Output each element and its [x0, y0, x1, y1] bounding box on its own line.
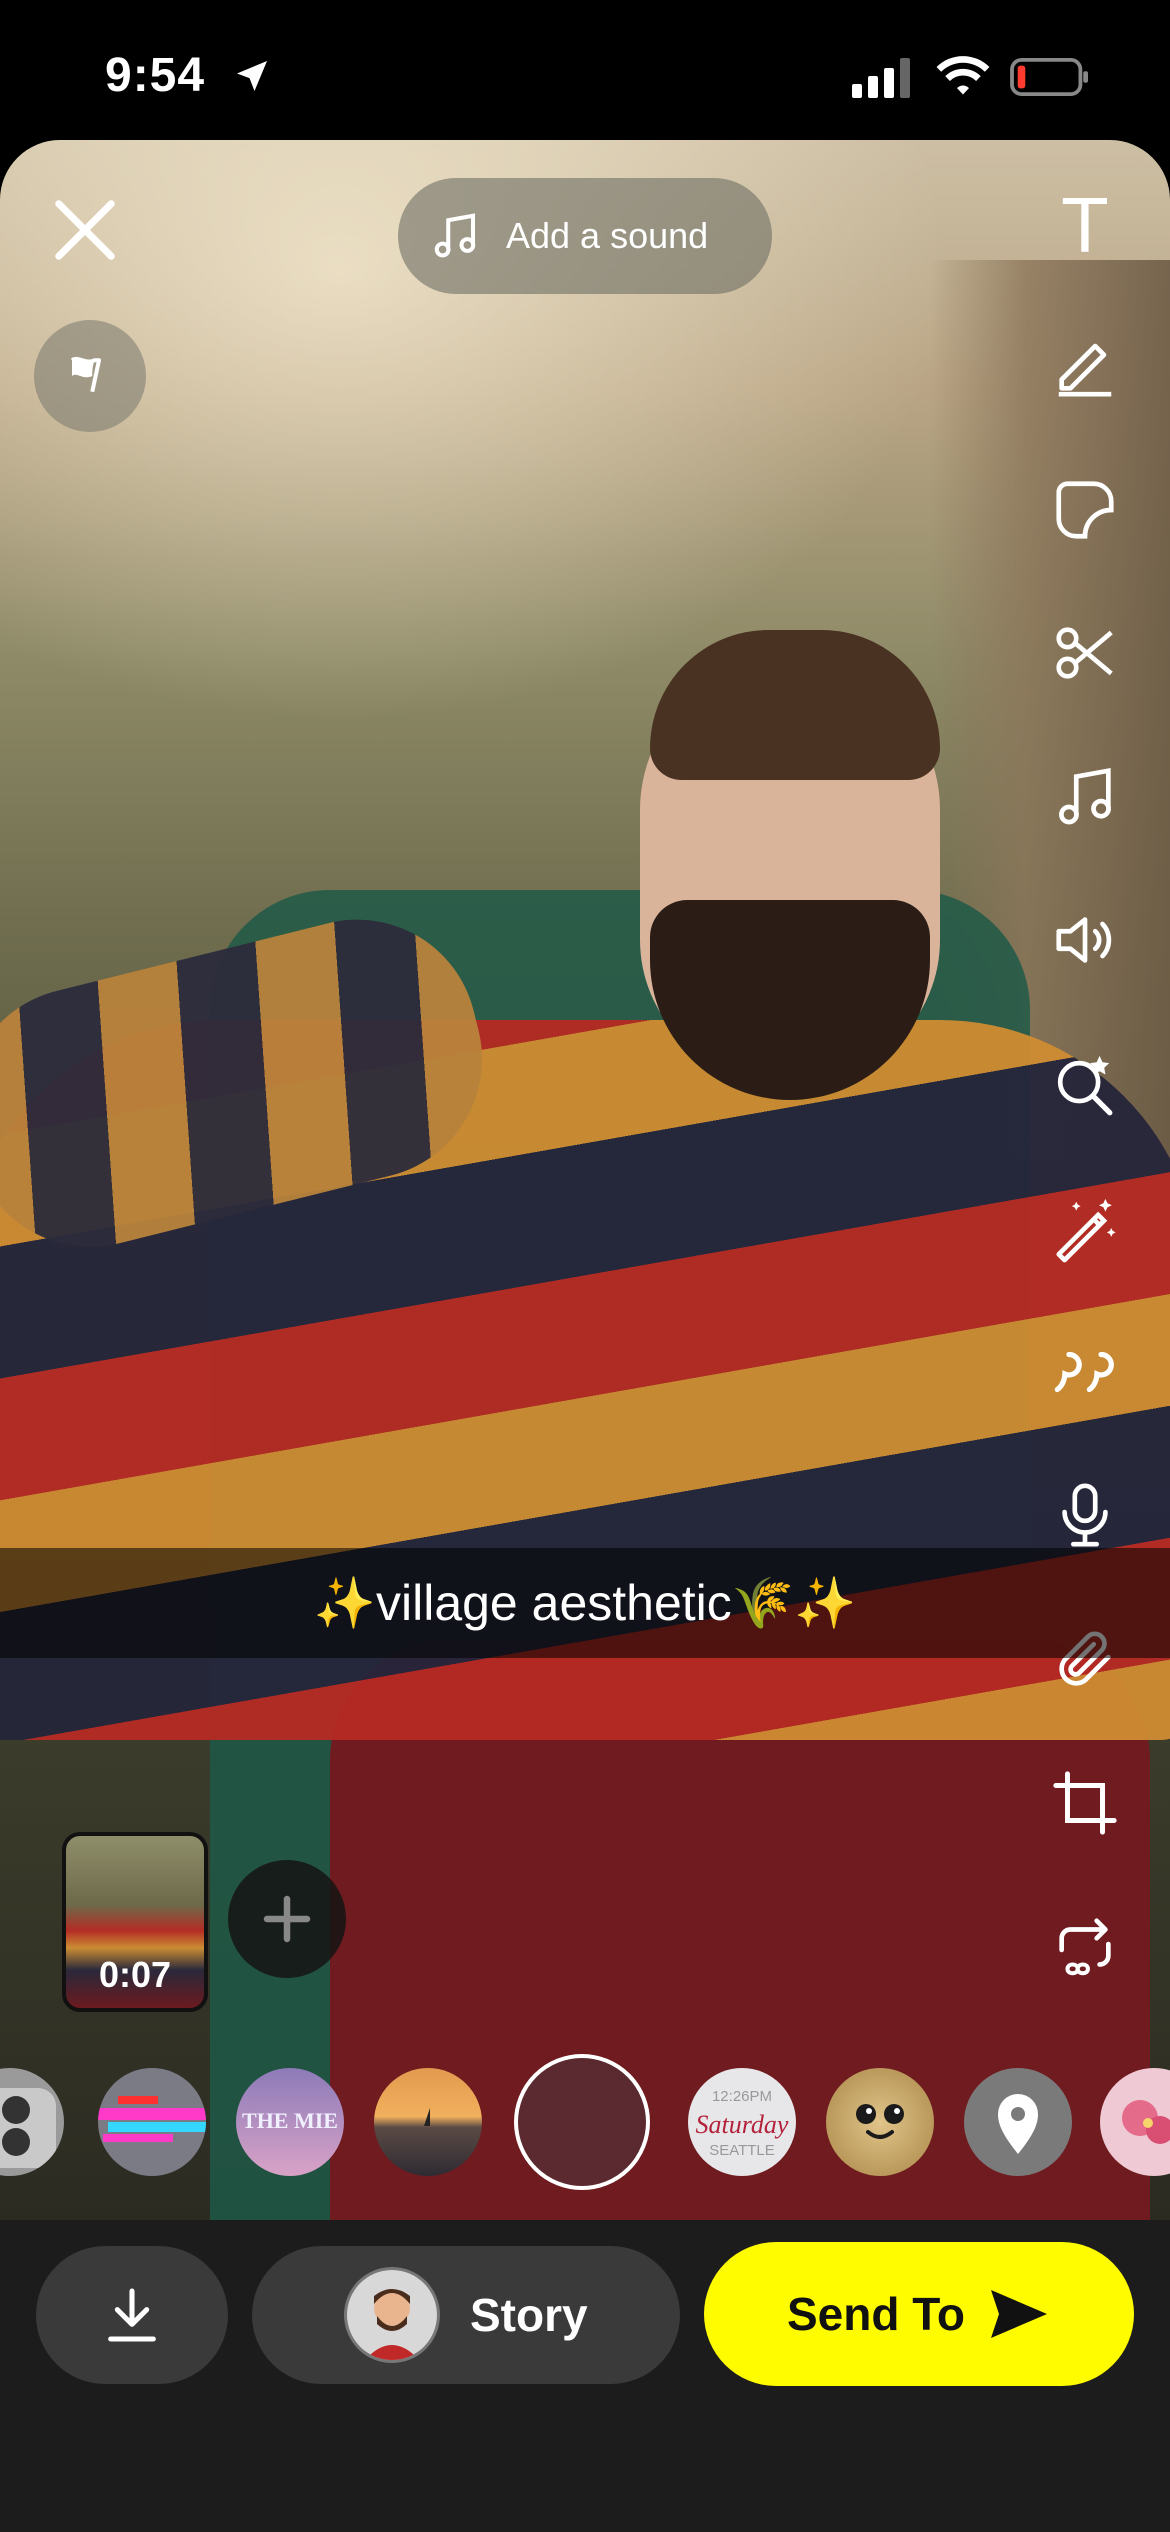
location-arrow-icon: [237, 61, 267, 91]
bitmoji-avatar-icon: [347, 2270, 437, 2360]
quote-icon: [1054, 1351, 1114, 1393]
save-button[interactable]: [36, 2246, 228, 2384]
lens-location[interactable]: [964, 2068, 1072, 2176]
text-tool-button[interactable]: T: [1040, 180, 1130, 270]
flag-icon: [70, 356, 102, 393]
avatar: [344, 2267, 440, 2363]
crop-button[interactable]: [1040, 1758, 1130, 1848]
signal-icon: [852, 58, 910, 98]
smiley-face-icon: [856, 2104, 904, 2139]
lens-time[interactable]: 12:26PM Saturday SEATTLE: [688, 2068, 796, 2176]
music-note-icon: [1059, 767, 1111, 825]
send-to-button[interactable]: Send To: [704, 2242, 1134, 2386]
location-pin-icon: [998, 2094, 1038, 2154]
crop-icon: [1053, 1771, 1117, 1835]
clip-duration: 0:07: [98, 1954, 172, 1995]
scissors-button[interactable]: [1040, 608, 1130, 698]
draw-button[interactable]: [1040, 320, 1130, 410]
lens-camera[interactable]: [0, 2068, 64, 2176]
lens-sunset[interactable]: [374, 2068, 482, 2176]
speaker-icon: [1056, 917, 1112, 963]
wifi-icon: [936, 56, 990, 95]
scissors-icon: [1056, 627, 1113, 679]
add-sound-button[interactable]: Add a sound: [398, 178, 772, 294]
lens-time-time: 12:26PM: [711, 2088, 773, 2105]
add-sound-label: Add a sound: [506, 215, 709, 256]
pencil-icon: [1058, 343, 1112, 397]
microphone-icon: [1062, 1483, 1108, 1547]
lens-time-day: Saturday: [695, 2110, 789, 2139]
story-button[interactable]: Story: [252, 2246, 680, 2384]
send-arrow-icon: [991, 2290, 1048, 2338]
volume-button[interactable]: [1040, 895, 1130, 985]
send-to-label: Send To: [786, 2288, 966, 2340]
lens-search-button[interactable]: [1040, 1040, 1130, 1130]
loop-icon: [1059, 1918, 1111, 1976]
lens-city[interactable]: THE MIE: [236, 2068, 344, 2176]
lens-time-place: SEATTLE: [709, 2142, 775, 2159]
glitch-icon: [98, 2096, 206, 2142]
flower-icon: [1122, 2100, 1170, 2144]
magic-wand-icon: [1056, 1198, 1116, 1263]
voice-button[interactable]: [1040, 1470, 1130, 1560]
story-label: Story: [470, 2289, 588, 2341]
lens-glitter-face[interactable]: [826, 2068, 934, 2176]
bottom-bar: Story Send To: [0, 2220, 1170, 2532]
sticker-button[interactable]: [1040, 465, 1130, 555]
status-time: 9:54: [105, 49, 206, 102]
add-clip-button[interactable]: [228, 1860, 346, 1978]
lens-search-icon: [1057, 1055, 1113, 1116]
camera-lens-icon: [0, 2088, 56, 2168]
lens-city-text: THE MIE: [242, 2108, 338, 2133]
magic-button[interactable]: [1040, 1183, 1130, 1273]
plus-icon: [263, 1895, 311, 1943]
download-icon: [108, 2288, 156, 2342]
caption-text: ✨village aesthetic🌾✨: [313, 1574, 857, 1631]
lens-flowers[interactable]: [1100, 2068, 1170, 2176]
battery-low-icon: [1010, 58, 1088, 96]
music-note-icon: [434, 213, 476, 258]
clip-thumbnail[interactable]: 0:07: [62, 1832, 208, 2012]
music-button[interactable]: [1040, 752, 1130, 842]
lens-carousel: THE MIE 12:26PM Saturday SEATTLE: [0, 2054, 1170, 2190]
report-flag-button[interactable]: [34, 320, 146, 432]
lens-glitch[interactable]: [98, 2068, 206, 2176]
lens-selected[interactable]: [514, 2054, 650, 2190]
status-bar: 9:54: [0, 0, 1170, 140]
text-tool-icon: T: [1061, 180, 1109, 269]
close-icon[interactable]: [50, 195, 120, 265]
sticker-icon: [1056, 481, 1114, 539]
sailboat-icon: [424, 2108, 430, 2126]
caption-bar[interactable]: ✨village aesthetic🌾✨: [0, 1548, 1170, 1658]
loop-button[interactable]: [1040, 1902, 1130, 1992]
quote-button[interactable]: [1040, 1327, 1130, 1417]
